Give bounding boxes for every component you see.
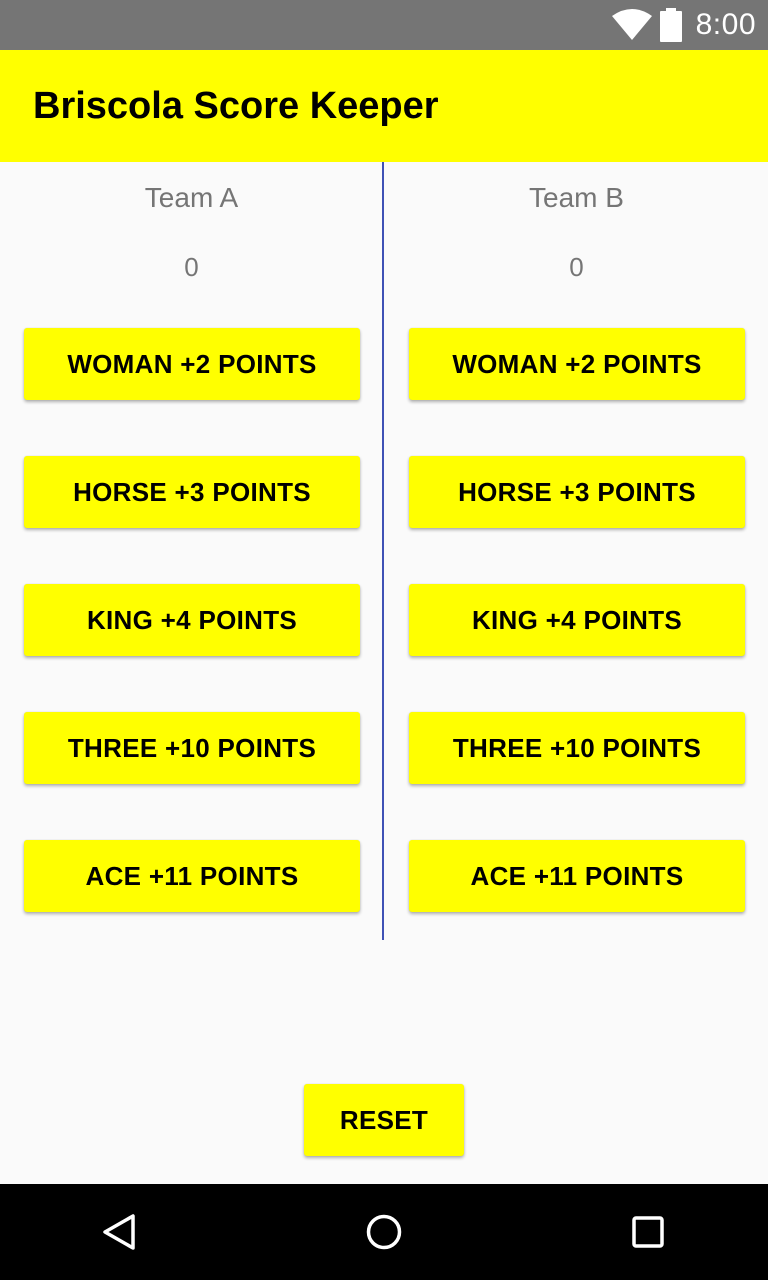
- home-icon[interactable]: [336, 1184, 432, 1280]
- team-b-three-button[interactable]: THREE +10 POINTS: [409, 712, 745, 784]
- team-a-three-button[interactable]: THREE +10 POINTS: [24, 712, 360, 784]
- team-b-ace-button[interactable]: ACE +11 POINTS: [409, 840, 745, 912]
- back-icon[interactable]: [72, 1184, 168, 1280]
- team-a-score: 0: [184, 252, 199, 282]
- team-a-horse-button[interactable]: HORSE +3 POINTS: [24, 456, 360, 528]
- app-title: Briscola Score Keeper: [33, 84, 439, 127]
- nav-bar: [0, 1184, 768, 1280]
- status-time: 8:00: [695, 8, 756, 41]
- score-content: Team A 0 WOMAN +2 POINTS HORSE +3 POINTS…: [0, 162, 768, 1184]
- team-a-name: Team A: [144, 182, 239, 213]
- wifi-icon: [611, 9, 652, 41]
- team-b-name: Team B: [529, 182, 624, 213]
- team-a-ace-button[interactable]: ACE +11 POINTS: [24, 840, 360, 912]
- status-bar: 8:00: [0, 0, 768, 50]
- team-a-king-button[interactable]: KING +4 POINTS: [24, 584, 360, 656]
- column-divider: [382, 162, 384, 940]
- reset-button[interactable]: RESET: [304, 1084, 464, 1156]
- battery-icon: [659, 8, 682, 42]
- recents-icon[interactable]: [600, 1184, 696, 1280]
- team-b-woman-button[interactable]: WOMAN +2 POINTS: [409, 328, 745, 400]
- team-b-score: 0: [569, 252, 584, 282]
- team-b-king-button[interactable]: KING +4 POINTS: [409, 584, 745, 656]
- team-a-woman-button[interactable]: WOMAN +2 POINTS: [24, 328, 360, 400]
- app-bar: Briscola Score Keeper: [0, 50, 768, 162]
- team-b-horse-button[interactable]: HORSE +3 POINTS: [409, 456, 745, 528]
